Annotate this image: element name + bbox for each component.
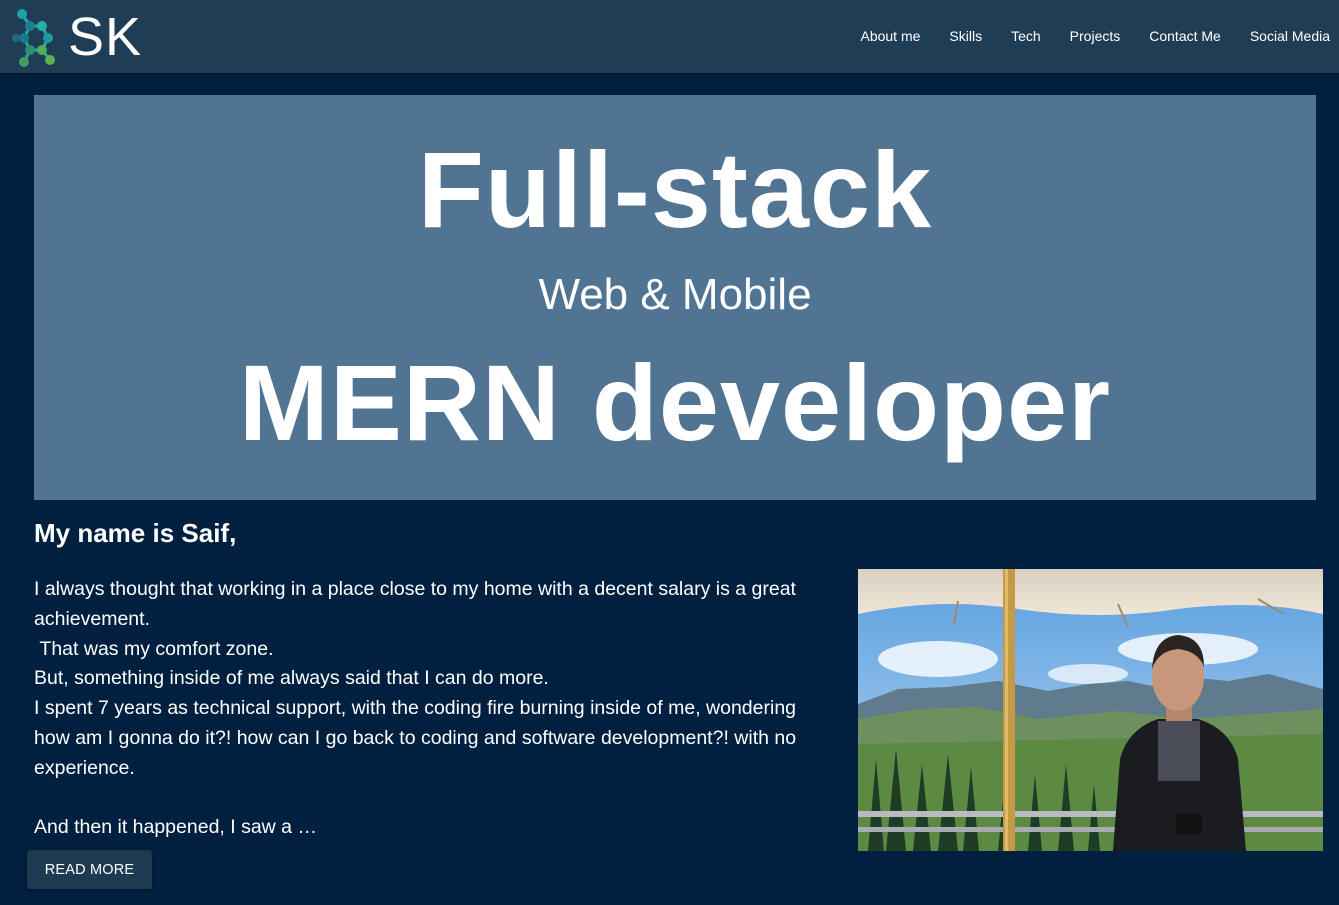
hero-banner: Full-stack Web & Mobile MERN developer <box>34 95 1316 500</box>
read-more-button[interactable]: READ MORE <box>27 850 152 889</box>
about-heading: My name is Saif, <box>34 518 237 548</box>
about-paragraph: I always thought that working in a place… <box>34 578 802 630</box>
about-paragraph: That was my comfort zone. <box>34 637 274 660</box>
about-paragraph <box>34 784 834 814</box>
hero-title: Full-stack <box>417 129 933 250</box>
hexagon-molecule-icon <box>12 9 55 67</box>
about-text: I always thought that working in a place… <box>34 575 834 851</box>
site-logo[interactable]: SK <box>12 6 142 68</box>
hero-role: MERN developer <box>238 342 1112 463</box>
nav-tech[interactable]: Tech <box>1011 0 1041 73</box>
profile-photo-image <box>858 569 1323 851</box>
about-paragraph: But, something inside of me always said … <box>34 667 549 690</box>
nav-social-media[interactable]: Social Media <box>1250 0 1330 73</box>
nav-projects[interactable]: Projects <box>1070 0 1121 73</box>
nav-contact-me[interactable]: Contact Me <box>1149 0 1221 73</box>
hero-subtitle: Web & Mobile <box>538 270 812 319</box>
top-header: SK About me Skills Tech Projects Contact… <box>0 0 1339 73</box>
profile-photo <box>858 569 1323 851</box>
nav-about-me[interactable]: About me <box>860 0 920 73</box>
logo-text: SK <box>68 7 143 67</box>
nav-skills[interactable]: Skills <box>949 0 982 73</box>
about-paragraph: And then it happened, I saw a … <box>34 816 317 839</box>
about-paragraph: I spent 7 years as technical support, wi… <box>34 697 802 779</box>
main-nav: About me Skills Tech Projects Contact Me… <box>831 0 1330 73</box>
